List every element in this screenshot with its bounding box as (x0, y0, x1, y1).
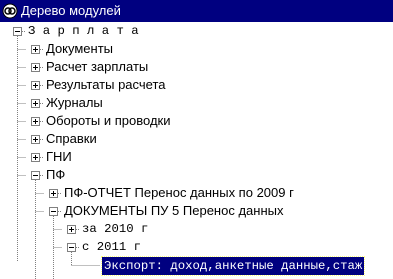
module-tree[interactable]: З а р п л а т а Документы Расчет зарплат… (0, 22, 393, 279)
tree-node-certificates[interactable]: Справки (46, 130, 97, 148)
expand-documents-icon[interactable] (31, 45, 40, 54)
expand-certificates-icon[interactable] (31, 135, 40, 144)
tree-node-pf-report-2009[interactable]: ПФ-ОТЧЕТ Перенос данных по 2009 г (64, 184, 294, 202)
expand-journals-icon[interactable] (31, 99, 40, 108)
tree-node-documents[interactable]: Документы (46, 40, 113, 58)
expand-2010-icon[interactable] (67, 225, 76, 234)
tree-node-gni[interactable]: ГНИ (46, 148, 72, 166)
tree-node-2011[interactable]: с 2011 г (82, 238, 141, 256)
expand-payroll-calc-icon[interactable] (31, 63, 40, 72)
tree-node-pf[interactable]: ПФ (46, 166, 65, 184)
tree-node-root[interactable]: З а р п л а т а (28, 22, 139, 40)
tree-node-pu5-documents[interactable]: ДОКУМЕНТЫ ПУ 5 Перенос данных (64, 202, 283, 220)
expand-pf-report-icon[interactable] (49, 189, 58, 198)
expand-gni-icon[interactable] (31, 153, 40, 162)
expand-turnovers-icon[interactable] (31, 117, 40, 126)
collapse-2011-icon[interactable] (67, 243, 76, 252)
tree-node-export-selected[interactable]: Экспорт: доход,анкетные данные,стаж (100, 256, 366, 276)
tree-node-turnovers[interactable]: Обороты и проводки (46, 112, 170, 130)
tree-node-2010[interactable]: за 2010 г (82, 220, 148, 238)
expand-calc-results-icon[interactable] (31, 81, 40, 90)
collapse-pu5-icon[interactable] (49, 207, 58, 216)
tree-node-calc-results[interactable]: Результаты расчета (46, 76, 166, 94)
tree-node-payroll-calc[interactable]: Расчет зарплаты (46, 58, 148, 76)
app-icon (2, 3, 18, 19)
window-title: Дерево модулей (21, 3, 121, 18)
collapse-root-icon[interactable] (13, 27, 22, 36)
collapse-pf-icon[interactable] (31, 171, 40, 180)
title-bar[interactable]: Дерево модулей (0, 0, 393, 22)
tree-node-journals[interactable]: Журналы (46, 94, 103, 112)
